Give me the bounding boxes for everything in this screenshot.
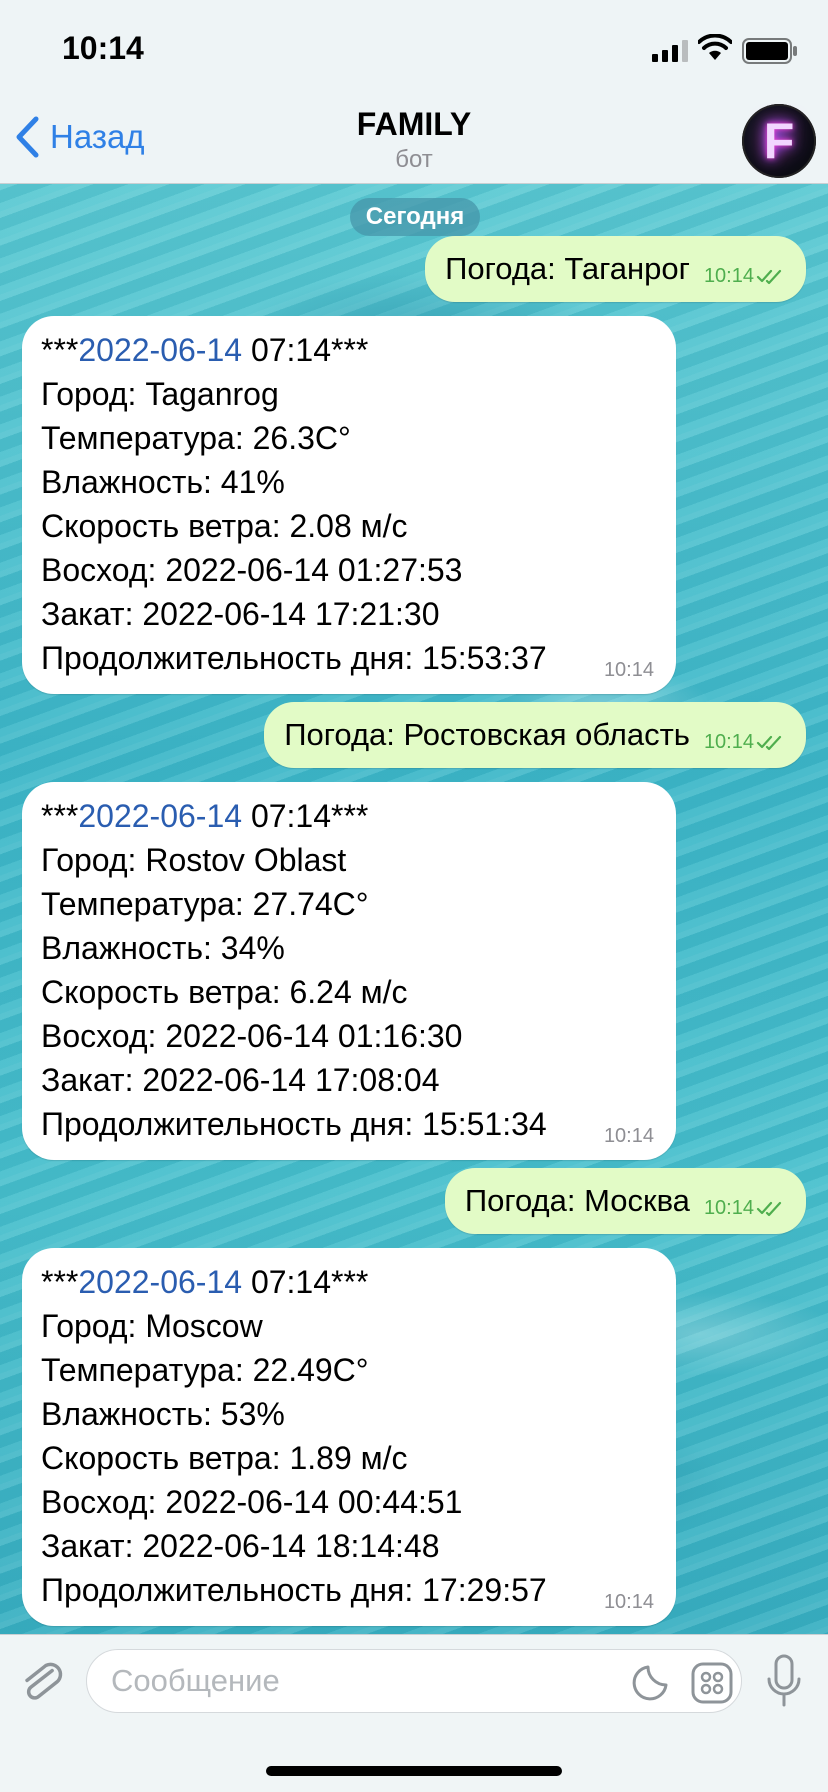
- wind-speed-line: Скорость ветра: 1.89 м/с: [41, 1440, 408, 1476]
- incoming-message[interactable]: ***2022-06-14 07:14*** Город: Moscow Тем…: [22, 1248, 676, 1626]
- sticker-icon[interactable]: [630, 1663, 670, 1703]
- sunrise-line: Восход: 2022-06-14 00:44:51: [41, 1484, 463, 1520]
- sunrise-line: Восход: 2022-06-14 01:16:30: [41, 1018, 463, 1054]
- message-text: Погода: Москва: [464, 1183, 690, 1218]
- sunrise-line: Восход: 2022-06-14 01:27:53: [41, 552, 463, 588]
- wind-speed-line: Скорость ветра: 2.08 м/с: [41, 508, 408, 544]
- wind-speed-line: Скорость ветра: 6.24 м/с: [41, 974, 408, 1010]
- sunset-line: Закат: 2022-06-14 17:21:30: [41, 596, 440, 632]
- message-time: 10:14: [703, 1196, 754, 1219]
- incoming-message[interactable]: ***2022-06-14 07:14*** Город: Taganrog Т…: [22, 316, 676, 694]
- chat-title[interactable]: FAMILY: [0, 106, 828, 143]
- date-prefix: ***: [41, 1264, 79, 1300]
- message-header-line: ***2022-06-14 07:14***: [41, 794, 656, 838]
- city-line: Город: Rostov Oblast: [41, 842, 347, 878]
- double-check-icon: [756, 735, 782, 751]
- wifi-icon: [698, 34, 732, 60]
- status-time: 10:14: [62, 30, 144, 66]
- message-input-placeholder: Сообщение: [111, 1663, 280, 1698]
- message-header-line: ***2022-06-14 07:14***: [41, 1260, 656, 1304]
- date-link[interactable]: 2022-06-14: [78, 332, 242, 368]
- day-length-line: Продолжительность дня: 15:53:37: [41, 640, 547, 676]
- double-check-icon: [756, 1201, 782, 1217]
- date-link[interactable]: 2022-06-14: [78, 798, 242, 834]
- sunset-line: Закат: 2022-06-14 17:08:04: [41, 1062, 440, 1098]
- temperature-line: Температура: 26.3С°: [41, 420, 351, 456]
- message-time: 10:14: [603, 1125, 654, 1147]
- attach-icon[interactable]: [20, 1657, 64, 1707]
- microphone-icon[interactable]: [764, 1653, 804, 1711]
- double-check-icon: [756, 269, 782, 285]
- message-meta: 10:14: [704, 731, 786, 754]
- date-suffix: 07:14***: [242, 798, 369, 834]
- outgoing-message[interactable]: Погода: Ростовская область 10:14: [264, 702, 806, 768]
- avatar-letter: F: [763, 113, 795, 169]
- message-header-line: ***2022-06-14 07:14***: [41, 328, 656, 372]
- message-text: Погода: Ростовская область: [284, 717, 690, 752]
- chat-subtitle: бот: [395, 146, 433, 173]
- message-time: 10:14: [603, 659, 654, 681]
- humidity-line: Влажность: 53%: [41, 1396, 285, 1432]
- temperature-line: Температура: 27.74С°: [41, 886, 369, 922]
- message-time: 10:14: [703, 264, 754, 287]
- outgoing-message[interactable]: Погода: Таганрог 10:14: [425, 236, 806, 302]
- city-line: Город: Taganrog: [41, 376, 279, 412]
- date-prefix: ***: [41, 332, 79, 368]
- day-length-line: Продолжительность дня: 15:51:34: [41, 1106, 547, 1142]
- city-line: Город: Moscow: [41, 1308, 263, 1344]
- date-suffix: 07:14***: [242, 1264, 369, 1300]
- chat-header: 10:14 Назад FAMILY бот F: [0, 0, 828, 184]
- avatar[interactable]: F: [742, 104, 816, 178]
- bot-commands-icon[interactable]: [690, 1661, 734, 1705]
- date-separator: Сегодня: [350, 198, 480, 236]
- humidity-line: Влажность: 41%: [41, 464, 285, 500]
- day-length-line: Продолжительность дня: 17:29:57: [41, 1572, 547, 1608]
- message-meta: 10:14: [704, 1197, 786, 1220]
- incoming-message[interactable]: ***2022-06-14 07:14*** Город: Rostov Obl…: [22, 782, 676, 1160]
- home-indicator[interactable]: [266, 1766, 562, 1776]
- sunset-line: Закат: 2022-06-14 18:14:48: [41, 1528, 440, 1564]
- message-text: Погода: Таганрог: [445, 251, 690, 286]
- date-prefix: ***: [41, 798, 79, 834]
- message-time: 10:14: [703, 730, 754, 753]
- humidity-line: Влажность: 34%: [41, 930, 285, 966]
- date-link[interactable]: 2022-06-14: [78, 1264, 242, 1300]
- date-suffix: 07:14***: [242, 332, 369, 368]
- battery-icon: [742, 38, 797, 64]
- message-meta: 10:14: [704, 265, 786, 288]
- outgoing-message[interactable]: Погода: Москва 10:14: [444, 1168, 806, 1234]
- cellular-signal-icon: [652, 40, 688, 62]
- temperature-line: Температура: 22.49С°: [41, 1352, 369, 1388]
- message-time: 10:14: [603, 1591, 654, 1613]
